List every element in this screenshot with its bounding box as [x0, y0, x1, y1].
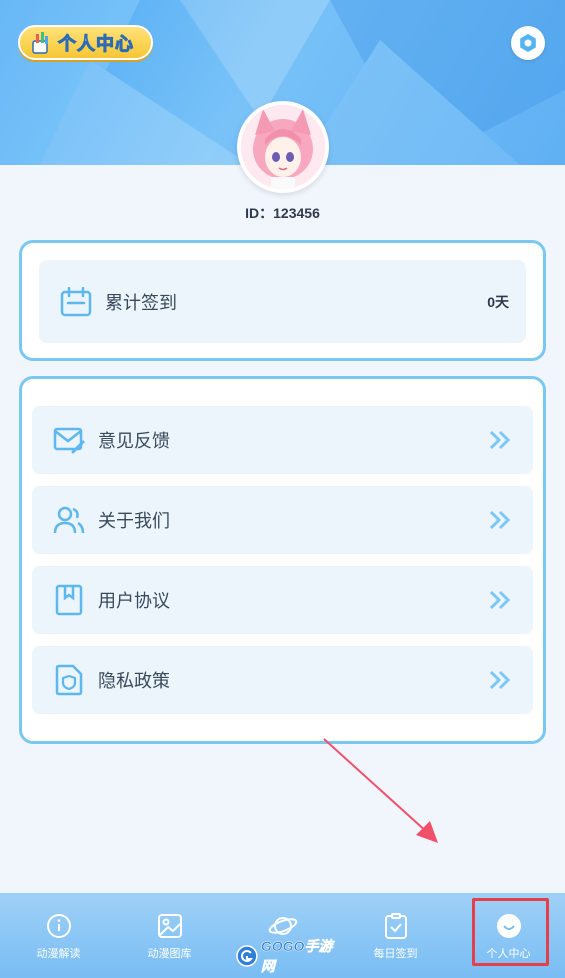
settings-button[interactable] [511, 26, 545, 60]
tab-anime-gallery[interactable]: 动漫图库 [113, 893, 226, 978]
pencil-cup-icon [32, 31, 48, 54]
clipboard-check-icon [384, 913, 407, 939]
menu-item-about[interactable]: 关于我们 [32, 486, 533, 554]
tab-label: 每日签到 [373, 947, 418, 960]
menu-item-label: 用户协议 [98, 591, 170, 612]
user-id: ID：123456 [245, 205, 320, 221]
tab-label: 动漫解读 [36, 947, 81, 960]
signin-count: 0天 [487, 293, 509, 310]
watermark-logo-icon [236, 945, 258, 967]
menu-item-label: 关于我们 [98, 511, 170, 532]
signin-card: 累计签到 0天 [19, 240, 546, 361]
tab-anime-reading[interactable]: 动漫解读 [2, 893, 115, 978]
menu-item-label: 意见反馈 [98, 431, 170, 452]
double-chevron-right-icon [489, 670, 511, 690]
tab-daily-signin[interactable]: 每日签到 [339, 893, 452, 978]
avatar[interactable] [237, 101, 329, 193]
calendar-icon [59, 285, 93, 319]
bookmark-icon [52, 583, 86, 617]
shield-file-icon [52, 663, 86, 697]
double-chevron-right-icon [489, 430, 511, 450]
double-chevron-right-icon [489, 510, 511, 530]
tab-label: 动漫图库 [147, 947, 192, 960]
signin-label: 累计签到 [105, 292, 177, 314]
page-title-badge: 个人中心 [18, 25, 153, 60]
menu-item-user-agreement[interactable]: 用户协议 [32, 566, 533, 634]
menu-item-privacy-policy[interactable]: 隐私政策 [32, 646, 533, 714]
double-chevron-right-icon [489, 590, 511, 610]
avatar-image [241, 105, 325, 189]
watermark: GOGO手游网 [236, 938, 346, 974]
menu-card: 意见反馈 关于我们 用户协议 隐私政策 [19, 376, 546, 744]
image-icon [157, 914, 182, 938]
mail-edit-icon [52, 423, 86, 457]
menu-item-label: 隐私政策 [98, 671, 170, 692]
settings-icon [520, 34, 536, 52]
annotation-arrow-icon [323, 738, 438, 843]
menu-item-feedback[interactable]: 意见反馈 [32, 406, 533, 474]
watermark-text: GOGO手游网 [260, 938, 333, 975]
info-icon [46, 914, 71, 938]
page-title: 个人中心 [58, 33, 134, 55]
signin-row[interactable]: 累计签到 0天 [39, 260, 526, 343]
active-tab-highlight [472, 898, 549, 966]
users-icon [52, 503, 86, 537]
